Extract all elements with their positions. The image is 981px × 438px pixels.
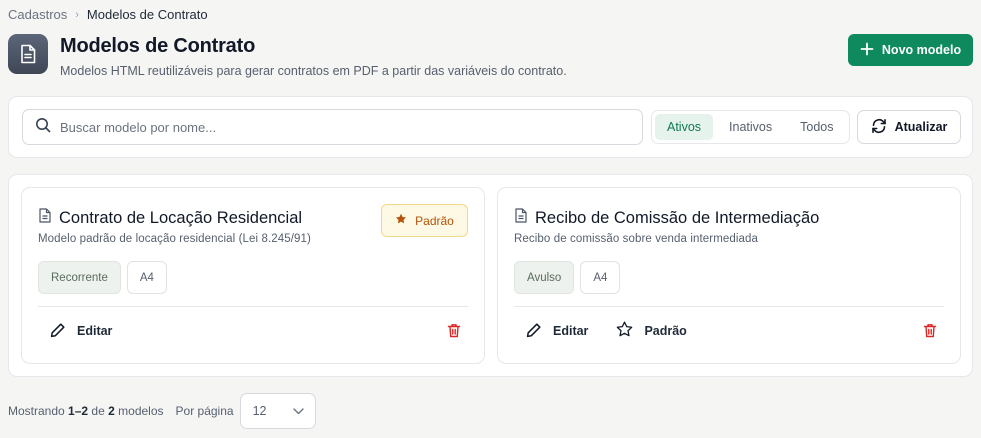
template-actions: Editar Padrão (514, 315, 699, 347)
showing-total: 2 (108, 404, 115, 418)
template-name: Recibo de Comissão de Intermediação (535, 208, 820, 227)
set-default-button[interactable]: Padrão (604, 315, 698, 347)
delete-button[interactable] (440, 318, 468, 346)
default-badge-label: Padrão (415, 213, 454, 228)
delete-button[interactable] (916, 318, 944, 346)
new-template-label: Novo modelo (881, 43, 962, 57)
edit-button[interactable]: Editar (514, 315, 600, 347)
divider (38, 306, 468, 307)
template-card: Contrato de Locação Residencial Padrão M… (21, 187, 485, 364)
page-title: Modelos de Contrato (60, 35, 256, 57)
showing-prefix: Mostrando (8, 404, 65, 418)
per-page-label: Por página (175, 404, 234, 418)
template-paper-tag: A4 (580, 261, 621, 294)
refresh-icon (871, 118, 887, 137)
per-page-value: 12 (252, 404, 267, 418)
page-subtitle: Modelos HTML reutilizáveis para gerar co… (60, 64, 567, 78)
template-description: Modelo padrão de locação residencial (Le… (38, 233, 311, 245)
file-icon (38, 208, 52, 228)
template-description: Recibo de comissão sobre venda intermedi… (514, 233, 759, 245)
templates-list: Contrato de Locação Residencial Padrão M… (8, 174, 973, 377)
template-tags: Avulso A4 (514, 261, 621, 294)
plus-icon (860, 42, 874, 59)
search-box (22, 109, 643, 145)
default-badge: Padrão (381, 204, 468, 237)
edit-button[interactable]: Editar (38, 315, 124, 347)
template-type-tag: Recorrente (38, 261, 121, 294)
chevron-down-icon (292, 404, 304, 418)
pagination-footer: Mostrando 1–2 de 2 modelos Por página 12 (8, 393, 316, 429)
status-filter-group: Ativos Inativos Todos (651, 110, 850, 144)
template-actions: Editar (38, 315, 124, 347)
star-filled-icon (395, 213, 407, 228)
filter-inativos-button[interactable]: Inativos (717, 114, 784, 140)
pencil-icon (526, 322, 542, 341)
filter-ativos-button[interactable]: Ativos (655, 114, 714, 140)
filter-todos-button[interactable]: Todos (788, 114, 845, 140)
showing-range: 1–2 (68, 404, 89, 418)
trash-icon (923, 323, 937, 341)
showing-unit: modelos (118, 404, 164, 418)
template-name: Contrato de Locação Residencial (59, 208, 303, 227)
set-default-label: Padrão (644, 324, 687, 338)
template-card-header: Recibo de Comissão de Intermediação (514, 208, 819, 228)
breadcrumb-link-cadastros[interactable]: Cadastros (8, 7, 67, 22)
refresh-button[interactable]: Atualizar (857, 110, 961, 144)
template-paper-tag: A4 (126, 261, 167, 294)
template-card-header: Contrato de Locação Residencial (38, 208, 302, 228)
document-icon (8, 34, 48, 74)
star-outline-icon (616, 321, 633, 341)
toolbar-card: Ativos Inativos Todos Atualizar (8, 96, 973, 158)
edit-label: Editar (553, 324, 589, 338)
template-tags: Recorrente A4 (38, 261, 167, 294)
breadcrumb: Cadastros › Modelos de Contrato (8, 7, 208, 22)
refresh-label: Atualizar (894, 120, 948, 134)
new-template-button[interactable]: Novo modelo (848, 34, 973, 66)
per-page-select[interactable]: 12 (239, 393, 316, 429)
template-type-tag: Avulso (514, 261, 575, 294)
template-card: Recibo de Comissão de Intermediação Reci… (497, 187, 961, 364)
showing-of: de (91, 404, 105, 418)
edit-label: Editar (77, 324, 113, 338)
trash-icon (447, 323, 461, 341)
search-input[interactable] (60, 119, 642, 135)
breadcrumb-separator-icon: › (75, 8, 79, 21)
search-icon (35, 117, 51, 138)
pencil-icon (50, 322, 66, 341)
breadcrumb-current: Modelos de Contrato (86, 7, 208, 22)
divider (514, 306, 944, 307)
file-icon (514, 208, 528, 228)
